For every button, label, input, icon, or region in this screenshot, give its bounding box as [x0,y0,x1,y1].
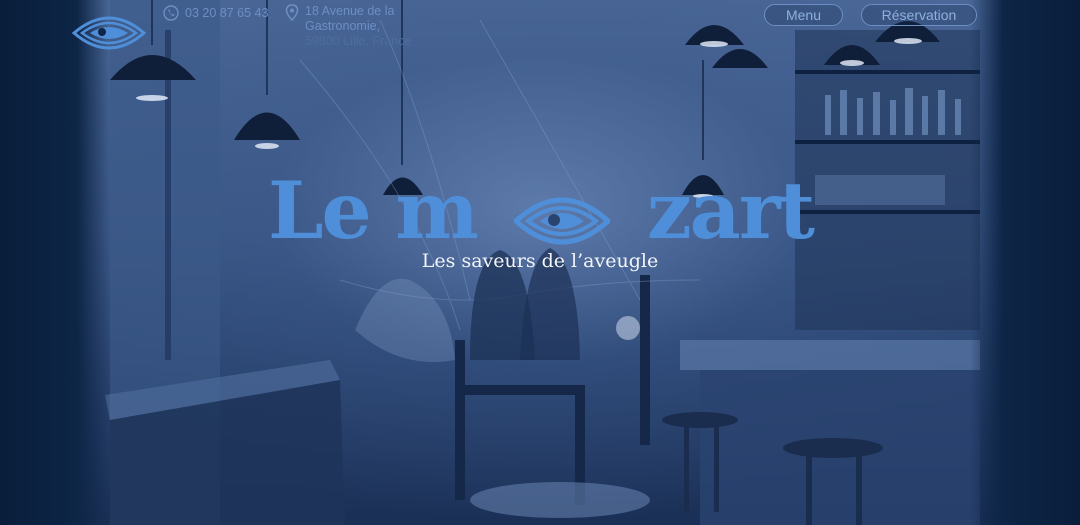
address-line-2: Gastronomie, [305,19,381,33]
logo-eye-icon[interactable] [71,11,147,55]
address-lines: 18 Avenue de la Gastronomie, 59800 Lille… [305,4,411,49]
eye-o-icon [512,184,612,245]
phone-contact[interactable]: 03 20 87 65 43 [163,4,268,22]
brand-title-left: Le m [268,163,479,257]
phone-icon [163,5,179,21]
menu-button[interactable]: Menu [764,4,843,26]
map-pin-icon [285,4,299,49]
brand-title: Le m zart [268,163,815,257]
tagline: Les saveurs de l’aveugle [421,250,659,272]
reservation-button[interactable]: Réservation [861,4,977,26]
phone-number: 03 20 87 65 43 [185,6,269,20]
address-line-1: 18 Avenue de la [305,4,395,18]
address-line-3: 59800 Lille, France [305,34,412,48]
hero-section: 03 20 87 65 43 18 Avenue de la Gastronom… [0,0,1080,525]
address-contact[interactable]: 18 Avenue de la Gastronomie, 59800 Lille… [285,4,411,49]
brand-title-right: zart [646,163,815,257]
